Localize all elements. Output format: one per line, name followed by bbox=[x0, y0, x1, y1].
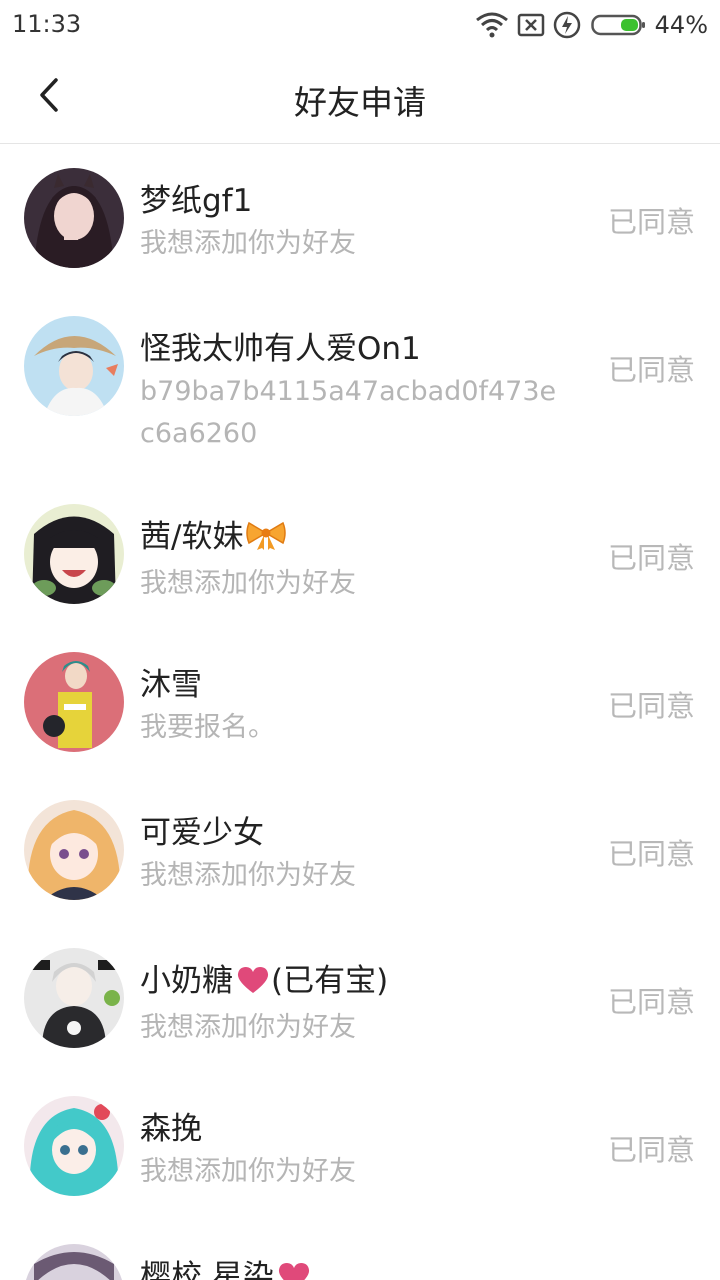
battery-icon bbox=[590, 13, 647, 37]
status-label: 已同意 bbox=[607, 541, 695, 575]
heart-emoji-icon bbox=[235, 964, 271, 1006]
request-message: 我想添加你为好友 bbox=[140, 1156, 356, 1187]
friend-request-list: 梦纸gf1 我想添加你为好友 已同意 怪我太帅有人爱On1 b79ba7b411… bbox=[0, 144, 720, 1280]
request-message: 我想添加你为好友 bbox=[140, 860, 356, 891]
avatar[interactable] bbox=[24, 316, 124, 416]
sim-off-icon bbox=[517, 12, 545, 38]
nickname: 梦纸gf1 bbox=[140, 183, 253, 219]
nav-bar: 好友申请 bbox=[0, 50, 720, 144]
avatar[interactable] bbox=[24, 504, 124, 604]
avatar[interactable] bbox=[24, 800, 124, 900]
status-label: 已同意 bbox=[607, 353, 695, 387]
nickname-suffix: (已有宝) bbox=[271, 963, 389, 999]
avatar[interactable] bbox=[24, 1096, 124, 1196]
list-item[interactable]: 茜/软妹 我想添加你为好友 已同意 bbox=[0, 480, 720, 628]
charging-icon bbox=[553, 11, 581, 39]
list-item[interactable]: 怪我太帅有人爱On1 b79ba7b4115a47acbad0f473ec6a6… bbox=[0, 292, 720, 480]
request-message: 我想添加你为好友 bbox=[140, 1012, 356, 1043]
status-icons: 44% bbox=[475, 10, 708, 40]
list-item[interactable]: 樱校 星染 bbox=[0, 1220, 720, 1280]
wifi-icon bbox=[475, 12, 509, 38]
heart-emoji-icon bbox=[276, 1260, 312, 1280]
status-time: 11:33 bbox=[12, 10, 82, 38]
list-item[interactable]: 森挽 我想添加你为好友 已同意 bbox=[0, 1072, 720, 1220]
status-label: 已同意 bbox=[607, 985, 695, 1019]
nickname: 樱校 星染 bbox=[140, 1256, 570, 1280]
request-message: 我想添加你为好友 bbox=[140, 568, 356, 599]
avatar[interactable] bbox=[24, 1244, 124, 1280]
status-label: 已同意 bbox=[607, 1133, 695, 1167]
nickname-text: 樱校 星染 bbox=[140, 1259, 274, 1280]
avatar[interactable] bbox=[24, 948, 124, 1048]
status-label: 已同意 bbox=[607, 689, 695, 723]
status-label: 已同意 bbox=[607, 837, 695, 871]
nickname-text: 茜/软妹 bbox=[140, 519, 244, 555]
request-message: 我想添加你为好友 bbox=[140, 228, 356, 259]
nickname: 小奶糖 (已有宝) bbox=[140, 960, 570, 1006]
ribbon-emoji-icon bbox=[245, 519, 287, 562]
battery-percent: 44% bbox=[654, 11, 708, 39]
nickname: 茜/软妹 bbox=[140, 516, 570, 562]
nickname: 可爱少女 bbox=[140, 815, 264, 851]
list-item[interactable]: 可爱少女 我想添加你为好友 已同意 bbox=[0, 776, 720, 924]
page-title: 好友申请 bbox=[294, 83, 426, 122]
request-message: 我要报名。 bbox=[140, 712, 275, 743]
list-item[interactable]: 梦纸gf1 我想添加你为好友 已同意 bbox=[0, 144, 720, 292]
status-label: 已同意 bbox=[607, 205, 695, 239]
avatar[interactable] bbox=[24, 652, 124, 752]
nickname: 森挽 bbox=[140, 1111, 202, 1147]
list-item[interactable]: 沐雪 我要报名。 已同意 bbox=[0, 628, 720, 776]
list-item[interactable]: 小奶糖 (已有宝) 我想添加你为好友 已同意 bbox=[0, 924, 720, 1072]
status-bar: 11:33 44% bbox=[0, 0, 720, 50]
avatar[interactable] bbox=[24, 168, 124, 268]
nickname: 沐雪 bbox=[140, 667, 202, 703]
nickname-text: 小奶糖 bbox=[140, 963, 233, 999]
nickname: 怪我太帅有人爱On1 bbox=[140, 331, 421, 367]
request-message: b79ba7b4115a47acbad0f473ec6a6260 bbox=[140, 376, 557, 449]
